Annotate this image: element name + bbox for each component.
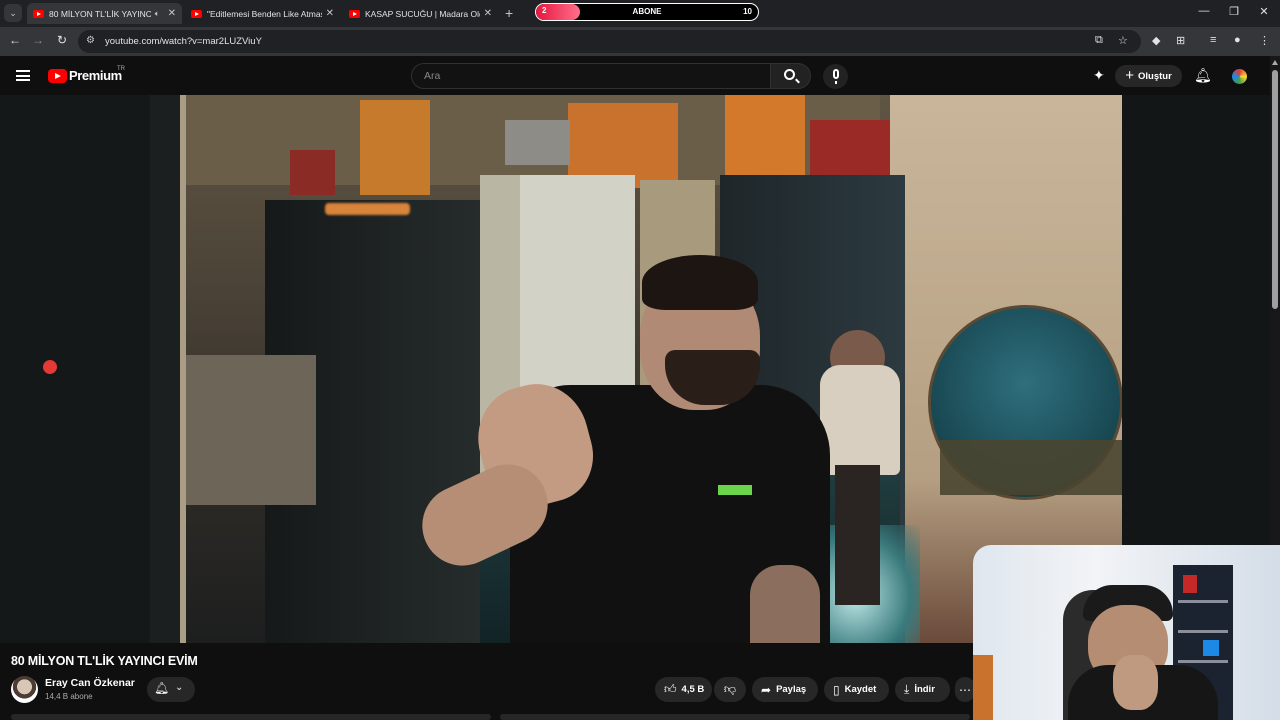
browser-tab[interactable]: "Editlemesi Benden Like Atması Sizden" ✕ <box>185 3 340 24</box>
more-actions-button[interactable]: ⋯ <box>955 677 975 702</box>
extension-diamond-icon[interactable]: ◆ <box>1152 34 1160 47</box>
subscriber-goal-bar: 2 ABONE 10 <box>535 3 759 21</box>
more-dots-icon: ⋯ <box>959 682 971 697</box>
create-label: Oluştur <box>1137 70 1172 82</box>
close-tab-icon[interactable]: ✕ <box>168 8 176 19</box>
profile-icon[interactable]: ● <box>1234 34 1241 46</box>
youtube-masthead: Premium TR Ara ✦ + Oluştur 🔔︎ <box>0 56 1270 95</box>
chevron-down-icon: ⌄ <box>9 7 17 18</box>
tab-title: 80 MİLYON TL'LİK YAYINCI EVİM - YouTube <box>49 8 151 19</box>
download-button[interactable]: ⤓ İndir <box>895 677 950 702</box>
video-letterbox-left <box>0 95 150 643</box>
download-label: İndir <box>914 684 935 695</box>
dislike-button[interactable]: 👎︎ <box>714 677 746 702</box>
browser-tab-active[interactable]: 80 MİLYON TL'LİK YAYINCI EVİM - YouTube … <box>27 3 182 24</box>
sparkle-icon[interactable]: ✦ <box>1093 67 1105 84</box>
thumbs-down-icon: 👎︎ <box>723 682 737 696</box>
restore-icon[interactable]: ❐ <box>1224 5 1244 18</box>
youtube-brand[interactable]: Premium <box>69 68 122 83</box>
like-count: 4,5 B <box>681 684 705 695</box>
close-tab-icon[interactable]: ✕ <box>326 8 334 19</box>
close-tab-icon[interactable]: ✕ <box>484 8 492 19</box>
subscriber-goal-label: ABONE <box>632 7 662 16</box>
channel-name[interactable]: Eray Can Özkenar <box>45 677 135 689</box>
browser-tab-strip: ⌄ 80 MİLYON TL'LİK YAYINCI EVİM - YouTub… <box>0 0 1280 27</box>
media-queue-icon[interactable]: ≡ <box>1210 34 1216 46</box>
reload-icon[interactable]: ↻ <box>54 33 70 47</box>
notifications-bell-icon: 🔔︎ <box>154 681 170 695</box>
subscribed-bell-button[interactable]: 🔔︎ ⌄ <box>147 677 195 702</box>
youtube-logo-icon[interactable] <box>48 69 67 83</box>
youtube-favicon-icon <box>33 9 44 18</box>
notifications-bell-icon[interactable]: 🔔︎ <box>1194 67 1212 84</box>
account-avatar[interactable] <box>1230 67 1249 86</box>
browser-tab[interactable]: KASAP SUCUĞU | Madara Oldu ✕ <box>343 3 498 24</box>
youtube-favicon-icon <box>349 9 360 18</box>
share-button[interactable]: ➦ Paylaş <box>752 677 818 702</box>
search-icon <box>784 69 795 80</box>
forward-arrow-icon[interactable]: → <box>30 33 46 47</box>
plus-icon: + <box>1125 67 1134 84</box>
scroll-up-arrow-icon[interactable] <box>1272 60 1278 65</box>
comments-box-edge <box>500 714 970 720</box>
bookmark-star-icon[interactable]: ☆ <box>1118 34 1128 47</box>
tab-title: "Editlemesi Benden Like Atması Sizden" <box>207 8 322 19</box>
share-label: Paylaş <box>776 684 807 695</box>
new-tab-button[interactable]: + <box>505 4 513 22</box>
share-arrow-icon: ➦ <box>761 682 772 697</box>
microphone-icon <box>833 69 839 84</box>
scrollbar-thumb[interactable] <box>1272 70 1278 309</box>
browser-toolbar: ← → ↻ ⚙︎ youtube.com/watch?v=mar2LUZViuY… <box>0 27 1280 56</box>
subscriber-goal-target: 10 <box>743 7 752 16</box>
youtube-favicon-icon <box>191 9 202 18</box>
save-label: Kaydet <box>844 684 877 695</box>
tab-search-button[interactable]: ⌄ <box>4 4 22 22</box>
search-placeholder: Ara <box>424 70 441 82</box>
menu-dots-icon[interactable]: ⋮ <box>1259 34 1270 47</box>
webcam-overlay <box>973 545 1280 720</box>
chevron-down-icon: ⌄ <box>175 682 184 693</box>
tab-title: KASAP SUCUĞU | Madara Oldu <box>365 8 480 19</box>
download-icon: ⤓ <box>904 682 910 696</box>
speaker-icon[interactable]: 🔈︎ <box>155 9 160 19</box>
back-arrow-icon[interactable]: ← <box>7 33 23 47</box>
install-app-icon[interactable]: ⧉ <box>1095 34 1103 47</box>
like-button[interactable]: 👍︎ 4,5 B <box>655 677 712 702</box>
search-input[interactable]: Ara <box>411 63 771 89</box>
region-code: TR <box>117 66 125 72</box>
voice-search-button[interactable] <box>823 64 848 89</box>
close-window-icon[interactable]: ✕ <box>1254 5 1274 18</box>
extensions-puzzle-icon[interactable]: ⊞ <box>1176 34 1185 47</box>
address-bar[interactable]: ⚙︎ youtube.com/watch?v=mar2LUZViuY ⧉ ☆ <box>78 30 1141 53</box>
save-button[interactable]: ▯ Kaydet <box>824 677 889 702</box>
url-text[interactable]: youtube.com/watch?v=mar2LUZViuY <box>105 36 262 47</box>
search-button[interactable] <box>770 63 811 89</box>
bookmark-icon: ▯ <box>833 682 840 697</box>
create-button[interactable]: + Oluştur <box>1115 65 1182 87</box>
minimize-icon[interactable]: — <box>1194 5 1214 17</box>
video-title: 80 MİLYON TL'LİK YAYINCI EVİM <box>11 654 198 668</box>
description-box-edge <box>11 714 491 720</box>
subscriber-count: 14,4 B abone <box>45 692 93 701</box>
site-info-icon[interactable]: ⚙︎ <box>86 35 95 46</box>
menu-hamburger-icon[interactable] <box>16 70 30 81</box>
channel-avatar[interactable] <box>11 676 38 703</box>
thumbs-up-icon: 👍︎ <box>664 682 677 696</box>
